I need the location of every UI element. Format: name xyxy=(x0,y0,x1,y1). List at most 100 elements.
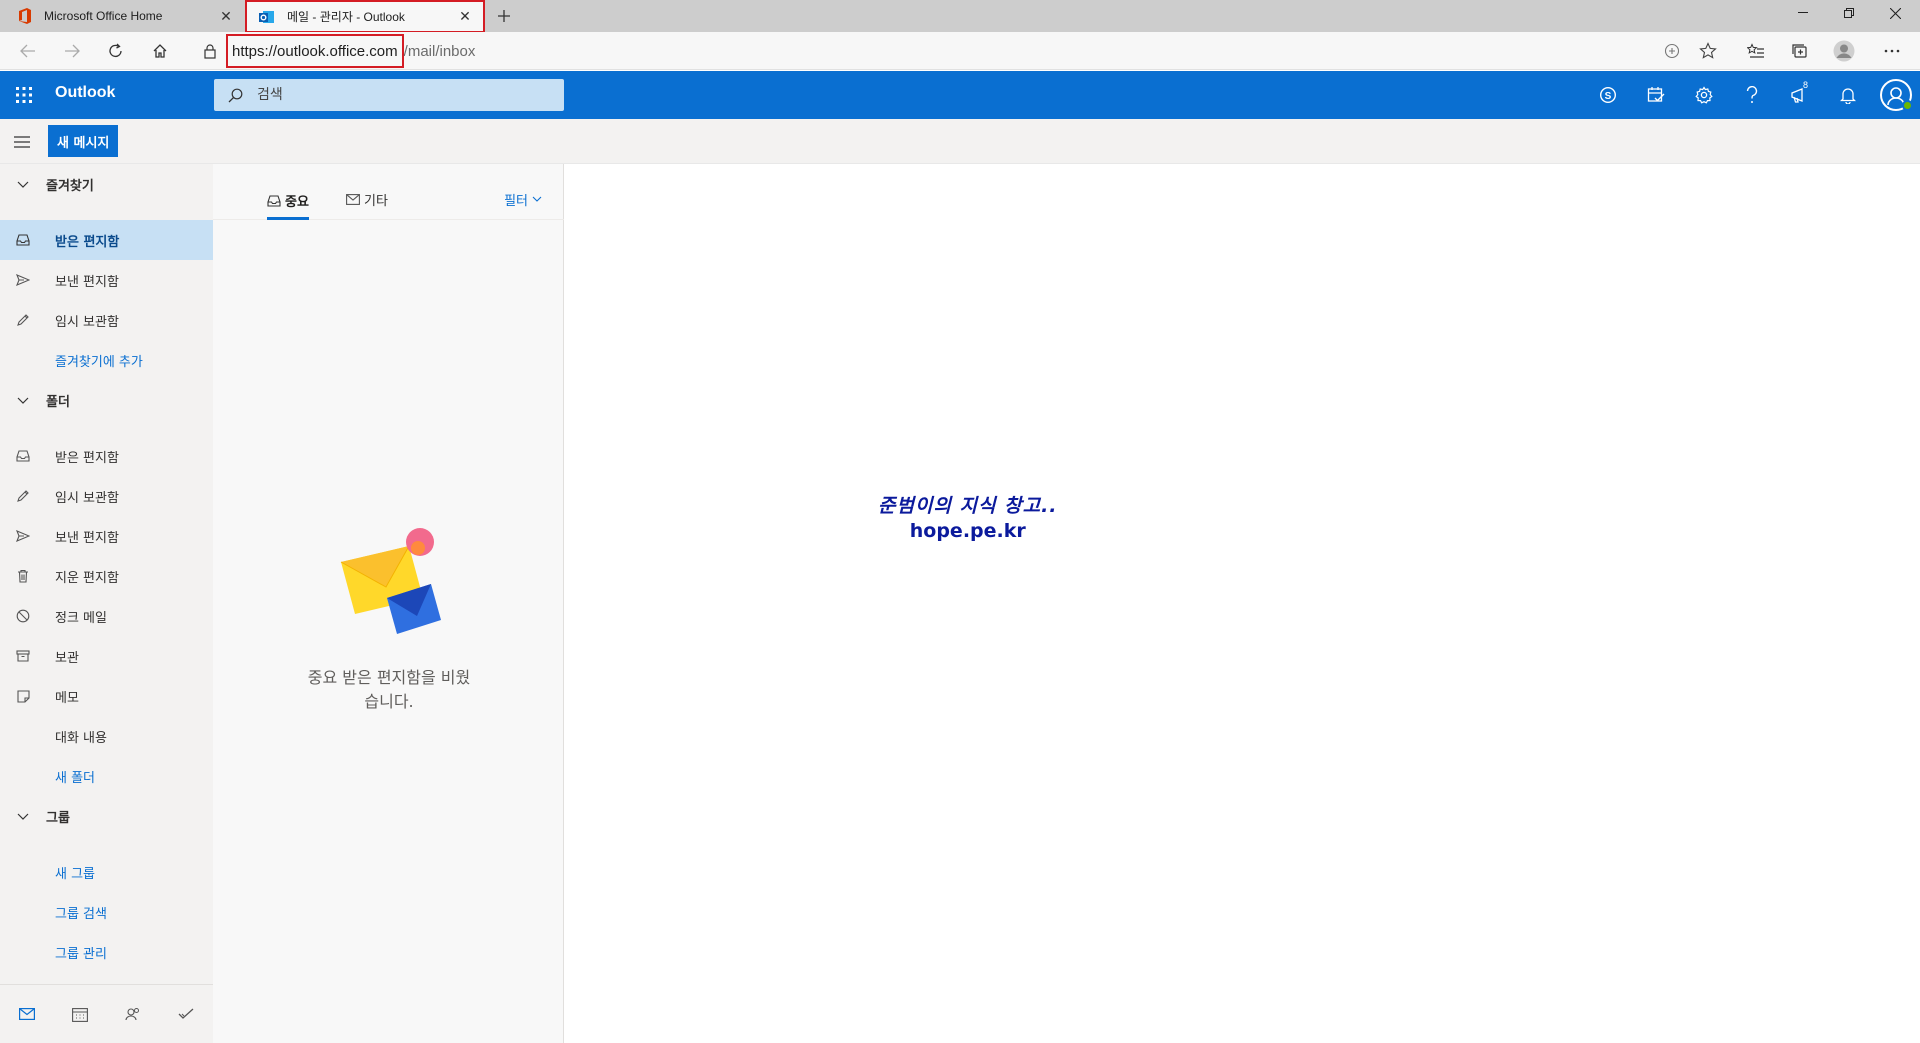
address-bar[interactable]: https://outlook.office.com /mail/inbox xyxy=(226,34,476,68)
browser-tab-outlook[interactable]: 메일 - 관리자 - Outlook ✕ xyxy=(245,0,485,33)
chevron-down-icon xyxy=(532,196,542,202)
sidebar-item-label: 보낸 편지함 xyxy=(55,274,119,290)
help-icon[interactable] xyxy=(1728,71,1776,119)
forward-button[interactable] xyxy=(56,36,88,66)
sidebar-item-label: 보관 xyxy=(55,650,79,666)
sidebar-item-label: 메모 xyxy=(55,690,79,706)
account-avatar[interactable] xyxy=(1872,71,1920,119)
sidebar-item-label: 지운 편지함 xyxy=(55,570,119,586)
favorites-section-header[interactable]: 즐겨찾기 xyxy=(0,164,213,204)
add-favorite-link[interactable]: 즐겨찾기에 추가 xyxy=(0,340,213,380)
url-path: /mail/inbox xyxy=(403,42,476,60)
calendar-icon[interactable] xyxy=(53,994,106,1034)
send-icon xyxy=(0,530,46,542)
profile-icon[interactable] xyxy=(1828,36,1860,66)
folders-section-header[interactable]: 폴더 xyxy=(0,380,213,420)
sidebar-item-inbox[interactable]: 받은 편지함 xyxy=(0,436,213,476)
section-title: 폴더 xyxy=(46,394,70,410)
discover-groups-link[interactable]: 그룹 검색 xyxy=(0,892,213,932)
browser-toolbar: https://outlook.office.com /mail/inbox xyxy=(0,32,1920,70)
settings-gear-icon[interactable] xyxy=(1680,71,1728,119)
lock-icon[interactable] xyxy=(194,36,226,66)
sidebar-item-label: 대화 내용 xyxy=(55,730,107,746)
inbox-icon xyxy=(0,450,46,462)
whats-new-icon[interactable]: 8 xyxy=(1776,71,1824,119)
my-day-icon[interactable] xyxy=(1632,71,1680,119)
filter-button[interactable]: 필터 xyxy=(504,184,542,214)
watermark: 준범이의 지식 창고.. hope.pe.kr xyxy=(878,494,1058,544)
sidebar-item-label: 정크 메일 xyxy=(55,610,107,626)
manage-groups-link[interactable]: 그룹 관리 xyxy=(0,932,213,972)
empty-message-line: 습니다. xyxy=(364,692,414,711)
tab-other[interactable]: 기타 xyxy=(346,184,388,214)
empty-inbox-illustration xyxy=(339,524,443,634)
favorites-list-icon[interactable] xyxy=(1740,36,1772,66)
restore-button[interactable] xyxy=(1826,0,1872,26)
tab-title: Microsoft Office Home xyxy=(44,9,163,23)
chevron-down-icon xyxy=(0,813,46,820)
refresh-button[interactable] xyxy=(100,36,132,66)
tab-title: 메일 - 관리자 - Outlook xyxy=(287,10,405,24)
presence-indicator xyxy=(1902,100,1913,111)
new-message-button[interactable]: 새 메시지 xyxy=(48,125,119,157)
pencil-icon xyxy=(0,489,46,503)
pencil-icon xyxy=(0,313,46,327)
mail-icon[interactable] xyxy=(0,994,53,1034)
hamburger-menu-icon[interactable] xyxy=(6,126,38,158)
inbox-icon xyxy=(267,194,281,207)
sidebar-item-favorite-sent[interactable]: 보낸 편지함 xyxy=(0,260,213,300)
collections-icon[interactable] xyxy=(1784,36,1816,66)
close-window-button[interactable] xyxy=(1872,0,1918,26)
sidebar-item-favorite-drafts[interactable]: 임시 보관함 xyxy=(0,300,213,340)
trash-icon xyxy=(0,569,46,583)
add-site-icon[interactable] xyxy=(1656,36,1688,66)
filter-label: 필터 xyxy=(504,193,528,209)
more-options-icon[interactable] xyxy=(1876,36,1908,66)
favorite-star-icon[interactable] xyxy=(1692,36,1724,66)
bell-icon[interactable] xyxy=(1824,71,1872,119)
sidebar-item-drafts[interactable]: 임시 보관함 xyxy=(0,476,213,516)
sidebar-item-label: 그룹 관리 xyxy=(55,946,107,962)
sidebar-item-junk[interactable]: 정크 메일 xyxy=(0,596,213,636)
sidebar-item-archive[interactable]: 보관 xyxy=(0,636,213,676)
minimize-button[interactable] xyxy=(1780,0,1826,26)
home-button[interactable] xyxy=(144,36,176,66)
note-icon xyxy=(0,689,46,703)
message-list-pane: 중요 기타 필터 중요 받은 편지함을 비웠 습니다. xyxy=(213,164,564,1043)
todo-check-icon[interactable] xyxy=(159,994,212,1034)
sidebar-item-notes[interactable]: 메모 xyxy=(0,676,213,716)
url-host: https://outlook.office.com xyxy=(226,34,404,68)
skype-icon[interactable]: S xyxy=(1584,71,1632,119)
close-icon[interactable]: ✕ xyxy=(214,4,238,28)
sidebar-item-favorite-inbox[interactable]: 받은 편지함 xyxy=(0,220,213,260)
tab-focused[interactable]: 중요 xyxy=(267,184,309,220)
people-icon[interactable] xyxy=(106,994,159,1034)
sidebar-item-label: 받은 편지함 xyxy=(55,450,119,466)
app-name[interactable]: Outlook xyxy=(55,84,115,102)
sidebar-item-conversation-history[interactable]: 대화 내용 xyxy=(0,716,213,756)
outlook-header: Outlook S 8 xyxy=(0,71,1920,119)
search-input[interactable] xyxy=(257,87,537,103)
notification-badge: 8 xyxy=(1803,80,1809,90)
groups-section-header[interactable]: 그룹 xyxy=(0,796,213,836)
svg-text:S: S xyxy=(1605,91,1612,102)
search-box[interactable] xyxy=(214,79,564,111)
chevron-down-icon xyxy=(0,397,46,404)
sidebar-item-label: 새 그룹 xyxy=(55,866,96,882)
app-launcher-icon[interactable] xyxy=(8,79,40,111)
inbox-icon xyxy=(0,234,46,246)
browser-tab-office-home[interactable]: Microsoft Office Home ✕ xyxy=(0,0,244,32)
search-icon xyxy=(228,88,243,103)
back-button[interactable] xyxy=(12,36,44,66)
empty-message-line: 중요 받은 편지함을 비웠 xyxy=(307,668,471,687)
new-tab-button[interactable] xyxy=(492,4,516,28)
section-title: 그룹 xyxy=(46,810,70,826)
archive-icon xyxy=(0,650,46,662)
sidebar-item-label: 보낸 편지함 xyxy=(55,530,119,546)
browser-tab-strip: Microsoft Office Home ✕ 메일 - 관리자 - Outlo… xyxy=(0,0,1920,33)
sidebar-item-sent[interactable]: 보낸 편지함 xyxy=(0,516,213,556)
close-icon[interactable]: ✕ xyxy=(453,5,477,29)
sidebar-item-deleted[interactable]: 지운 편지함 xyxy=(0,556,213,596)
new-folder-link[interactable]: 새 폴더 xyxy=(0,756,213,796)
new-group-link[interactable]: 새 그룹 xyxy=(0,852,213,892)
